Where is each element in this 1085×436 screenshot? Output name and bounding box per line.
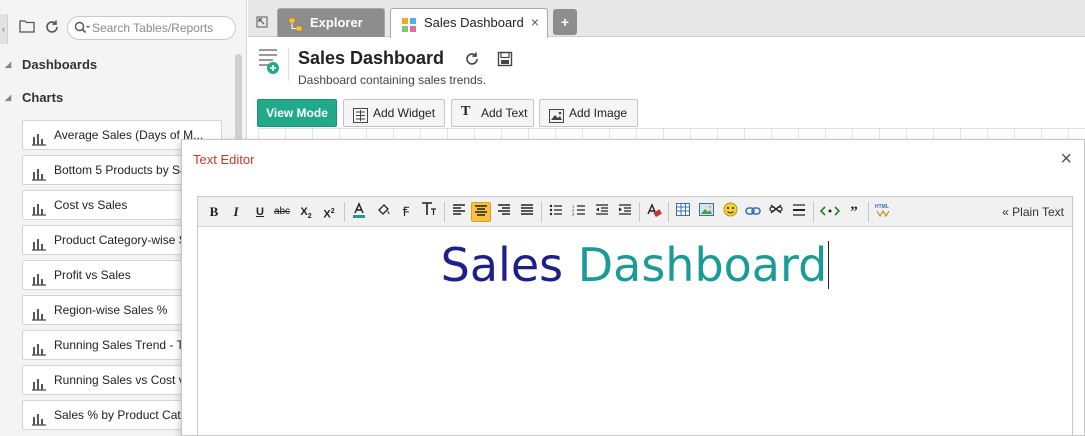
text-caret: [828, 241, 830, 289]
text-icon: T: [461, 104, 471, 119]
collapse-panel-button[interactable]: ‹: [0, 14, 8, 44]
bar-chart-icon: [31, 163, 47, 184]
toolbar-divider: [541, 202, 542, 222]
clear-format-icon[interactable]: [644, 202, 664, 222]
collapse-triangle-icon: ◢: [5, 93, 12, 102]
indent-icon[interactable]: [615, 202, 635, 222]
add-widget-button[interactable]: Add Widget: [343, 99, 445, 127]
expand-icon[interactable]: [256, 16, 268, 28]
bar-chart-icon: [31, 338, 47, 359]
plain-text-toggle[interactable]: « Plain Text: [1002, 205, 1064, 219]
dialog-title: Text Editor: [193, 152, 255, 167]
divider: [288, 48, 289, 81]
toolbar-divider: [444, 202, 445, 222]
align-center-icon[interactable]: [471, 202, 491, 222]
insert-image-icon[interactable]: [696, 202, 716, 222]
svg-text:3: 3: [572, 212, 575, 217]
numbered-list-icon[interactable]: 123: [569, 202, 589, 222]
add-tab-button[interactable]: +: [553, 9, 577, 35]
search-box[interactable]: [67, 16, 236, 40]
font-size-icon[interactable]: [419, 202, 439, 222]
font-color-icon[interactable]: [349, 202, 369, 222]
editor-content-area[interactable]: Sales Dashboard: [198, 228, 1072, 436]
rich-text-editor: B I U abc X2 X2 Ꞙ 123 ” HTML « Plain Tex…: [197, 196, 1073, 436]
toolbar-divider: [868, 202, 869, 222]
left-panel-header: ‹: [0, 0, 246, 48]
unlink-icon[interactable]: [766, 202, 786, 222]
search-input[interactable]: [92, 20, 232, 36]
subscript-icon[interactable]: X2: [296, 202, 316, 222]
chart-item-label: Cost vs Sales: [54, 198, 128, 212]
dashboard-menu-icon[interactable]: [257, 47, 281, 74]
bar-chart-icon: [31, 233, 47, 254]
refresh-icon[interactable]: [464, 51, 480, 70]
text-editor-dialog: Text Editor × B I U abc X2 X2 Ꞙ 123 ” HT…: [181, 139, 1085, 436]
toolbar-divider: [668, 202, 669, 222]
toolbar-divider: [813, 202, 814, 222]
font-family-icon[interactable]: Ꞙ: [396, 202, 416, 222]
tab-explorer[interactable]: Explorer: [277, 8, 385, 37]
bar-chart-icon: [31, 303, 47, 324]
chart-item-label: Bottom 5 Products by Sales: [54, 163, 203, 177]
toolbar-divider: [639, 202, 640, 222]
button-label: Add Widget: [373, 106, 436, 120]
editor-text-word: Dashboard: [577, 238, 828, 292]
bar-chart-icon: [31, 268, 47, 289]
align-justify-icon[interactable]: [517, 202, 537, 222]
section-dashboards[interactable]: ◢ Dashboards: [0, 48, 246, 81]
outdent-icon[interactable]: [592, 202, 612, 222]
blockquote-icon[interactable]: ”: [844, 202, 864, 222]
tab-label: Sales Dashboard: [424, 15, 524, 30]
bar-chart-icon: [31, 408, 47, 429]
svg-text:HTML: HTML: [875, 204, 889, 210]
highlight-color-icon[interactable]: [373, 202, 393, 222]
emoji-icon[interactable]: [720, 202, 740, 222]
code-icon[interactable]: [818, 202, 842, 222]
html-source-icon[interactable]: HTML: [873, 202, 893, 222]
link-icon[interactable]: [743, 202, 763, 222]
bullet-list-icon[interactable]: [546, 202, 566, 222]
close-icon[interactable]: ×: [1060, 149, 1072, 169]
folder-icon[interactable]: [19, 19, 37, 37]
add-image-button[interactable]: Add Image: [539, 99, 638, 127]
page-subtitle: Dashboard containing sales trends.: [298, 73, 487, 87]
page-title: Sales Dashboard: [298, 48, 445, 68]
add-text-button[interactable]: T Add Text: [451, 99, 534, 127]
close-tab-icon[interactable]: ×: [531, 9, 539, 36]
horizontal-rule-icon[interactable]: [789, 202, 809, 222]
editor-text-line[interactable]: Sales Dashboard: [198, 238, 1072, 292]
refresh-icon[interactable]: [44, 19, 62, 37]
superscript-icon[interactable]: X2: [319, 202, 339, 222]
collapse-triangle-icon: ◢: [5, 60, 12, 69]
chart-item-label: Region-wise Sales %: [54, 303, 168, 317]
toolbar-divider: [344, 202, 345, 222]
bar-chart-icon: [31, 198, 47, 219]
editor-toolbar: B I U abc X2 X2 Ꞙ 123 ” HTML « Plain Tex…: [198, 197, 1072, 227]
chart-item-label: Profit vs Sales: [54, 268, 131, 282]
drag-handle-icon[interactable]: [207, 131, 217, 147]
align-left-icon[interactable]: [449, 202, 469, 222]
view-mode-button[interactable]: View Mode: [257, 99, 337, 127]
bold-icon[interactable]: B: [204, 202, 224, 222]
tab-sales-dashboard[interactable]: Sales Dashboard ×: [390, 8, 548, 38]
button-label: Add Text: [481, 106, 528, 120]
bar-chart-icon: [31, 373, 47, 394]
section-label: Dashboards: [22, 57, 98, 72]
section-label: Charts: [22, 90, 64, 105]
editor-text-word: Sales: [440, 238, 564, 292]
button-label: Add Image: [569, 106, 628, 120]
underline-icon[interactable]: U: [250, 202, 270, 222]
align-right-icon[interactable]: [494, 202, 514, 222]
section-charts[interactable]: ◢ Charts: [0, 81, 246, 114]
strikethrough-icon[interactable]: abc: [272, 202, 292, 222]
bar-chart-icon: [31, 128, 47, 149]
italic-icon[interactable]: I: [226, 202, 246, 222]
dashboard-header: Sales Dashboard Dashboard containing sal…: [248, 38, 1085, 128]
table-icon[interactable]: [673, 202, 693, 222]
search-icon: [74, 21, 90, 38]
save-icon[interactable]: [497, 51, 513, 70]
tab-bar: Explorer Sales Dashboard × +: [248, 0, 1085, 38]
tab-label: Explorer: [310, 15, 363, 30]
